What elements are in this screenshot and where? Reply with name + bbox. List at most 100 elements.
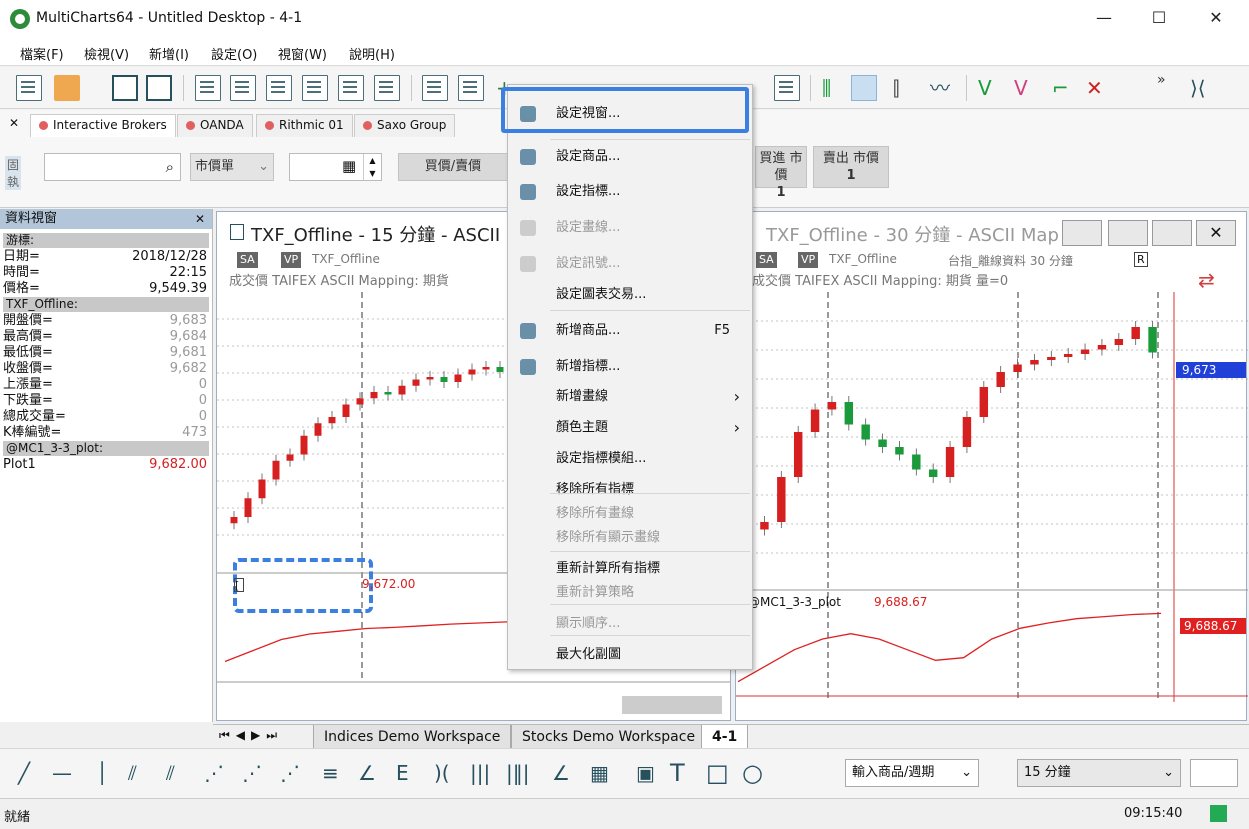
menu-format[interactable]: 設定(O) — [211, 44, 257, 63]
context-menu-item[interactable]: 重新計算所有指標 — [508, 557, 752, 581]
candlestick-icon[interactable] — [851, 75, 877, 101]
time-zones-icon[interactable]: ||| — [470, 759, 490, 787]
chevron-down-icon[interactable]: ⌄ — [961, 760, 972, 786]
grid-icon[interactable]: ▦ — [590, 759, 609, 787]
line-chart-icon[interactable]: 〰 — [930, 75, 950, 101]
buy-market-button[interactable]: 買進 市價 1 — [755, 146, 807, 200]
new-dom-icon[interactable] — [266, 75, 292, 101]
new-window-icon[interactable] — [422, 75, 448, 101]
chart2-vp-chip[interactable]: VP — [798, 252, 819, 268]
close-workspace-icon[interactable] — [146, 75, 172, 101]
trendline-icon[interactable]: ╱ — [18, 759, 30, 787]
chart2-sa-chip[interactable]: SA — [756, 252, 777, 268]
order-type-select[interactable]: 市價單 ⌄ — [190, 153, 274, 181]
menu-view[interactable]: 檢視(V) — [84, 44, 129, 63]
menu-file[interactable]: 檔案(F) — [20, 44, 64, 63]
context-menu-item[interactable]: 新增畫線 › — [508, 385, 752, 409]
sa-chip[interactable]: SA — [237, 252, 258, 268]
quantity-stepper[interactable]: ▦ ▲ ▼ — [289, 153, 382, 181]
point-figure-icon[interactable]: ✕ — [1086, 75, 1103, 101]
andrews-pitchfork-icon[interactable]: ⋰ — [204, 759, 224, 787]
save-icon[interactable] — [112, 75, 138, 101]
chart1-scrollbar[interactable] — [622, 696, 722, 714]
context-menu-item[interactable]: 移除所有指標 — [508, 478, 752, 502]
toolbar-overflow-icon[interactable]: » — [1157, 67, 1166, 93]
chart2-r-box[interactable]: R — [1134, 252, 1148, 267]
fibonacci-retracement-icon[interactable]: ≡ — [322, 759, 339, 787]
stepper-arrows-icon[interactable]: ▲ ▼ — [363, 154, 381, 180]
chart1-indicator-box[interactable]: [ — [234, 578, 244, 592]
fibonacci-arcs-icon[interactable]: )( — [434, 759, 450, 787]
tab-saxo[interactable]: Saxo Group — [354, 114, 456, 137]
rectangle-icon[interactable]: □ — [706, 759, 729, 787]
regression-channel-icon[interactable]: ∠ — [552, 759, 570, 787]
context-menu-item[interactable]: 設定指標... — [508, 180, 752, 204]
interval-select[interactable]: 15 分鐘 ⌄ — [1017, 759, 1181, 787]
chart-window-2[interactable]: TXF_Offline - 30 分鐘 - ASCII Map ✕ SA VP … — [735, 211, 1248, 721]
tab-interactive-brokers[interactable]: Interactive Brokers — [30, 114, 176, 137]
new-scanner-icon[interactable] — [230, 75, 256, 101]
speed-lines-icon[interactable]: ⋰ — [280, 759, 300, 787]
fibonacci-fan-icon[interactable]: ∠ — [358, 759, 376, 787]
chart2-canvas[interactable] — [736, 292, 1248, 702]
context-menu-item[interactable]: 最大化副圖 — [508, 643, 752, 667]
sell-market-button[interactable]: 賣出 市價 1 — [813, 146, 889, 188]
collapse-icon[interactable]: ⟩⟨ — [1190, 75, 1206, 101]
open-folder-icon[interactable] — [54, 75, 80, 101]
context-menu-item[interactable]: 新增商品... F5 — [508, 319, 752, 343]
minimize-button[interactable]: — — [1081, 0, 1127, 36]
new-report-icon[interactable] — [374, 75, 400, 101]
new-workspace-icon[interactable] — [16, 75, 42, 101]
context-menu-item[interactable]: 設定圖表交易... — [508, 283, 752, 307]
new-chart-icon[interactable] — [195, 75, 221, 101]
channel-icon[interactable]: ⫽ — [128, 759, 137, 787]
horizontal-line-icon[interactable]: — — [52, 759, 72, 787]
fibonacci-extension-icon[interactable]: Ε — [396, 759, 409, 787]
gann-fan-icon[interactable]: ⋰ — [242, 759, 262, 787]
chart2-minimize-button[interactable] — [1108, 220, 1148, 246]
context-menu-item[interactable]: 設定指標模組... — [508, 447, 752, 471]
vertical-line-icon[interactable]: │ — [96, 759, 108, 787]
symbol-input[interactable]: ⌕ — [44, 153, 181, 181]
tab-rithmic[interactable]: Rithmic 01 — [256, 114, 353, 137]
new-portfolio-icon[interactable] — [338, 75, 364, 101]
vp-chip[interactable]: VP — [281, 252, 302, 268]
menu-window[interactable]: 視窗(W) — [278, 44, 327, 63]
price-calculator-icon[interactable]: ▣ — [636, 759, 655, 787]
menu-help[interactable]: 說明(H) — [349, 44, 395, 63]
buy-sell-button[interactable]: 買價/賣價 — [398, 153, 508, 181]
calculator-icon[interactable]: ▦ — [342, 157, 356, 175]
bar-chart-icon[interactable]: ⫼ — [822, 75, 831, 101]
symbol-interval-input[interactable]: 輸入商品/週期 ⌄ — [845, 759, 979, 787]
maximize-button[interactable]: ☐ — [1136, 0, 1182, 36]
context-menu-item[interactable]: 顏色主題 › — [508, 416, 752, 440]
context-menu-item[interactable]: 新增指標... — [508, 355, 752, 379]
tab-4-1[interactable]: 4-1 — [701, 725, 749, 749]
parallel-lines-icon[interactable]: ⫽ — [166, 759, 175, 787]
tab-indices-demo[interactable]: Indices Demo Workspace — [313, 725, 512, 749]
text-tool-icon[interactable]: T — [670, 759, 685, 787]
ellipse-icon[interactable]: ○ — [742, 759, 763, 787]
kagi-icon[interactable]: V — [1014, 75, 1028, 101]
tab-nav-arrows-icon[interactable]: ⏮◀▶⏭ — [219, 728, 283, 743]
tab-stocks-demo[interactable]: Stocks Demo Workspace — [511, 725, 707, 749]
powerlanguage-editor-icon[interactable] — [458, 75, 484, 101]
format-window-icon[interactable] — [774, 75, 800, 101]
cycle-lines-icon[interactable]: |‖| — [506, 759, 529, 787]
chart-trading-icon[interactable]: ⇄ — [1198, 268, 1215, 292]
orderbar-close-icon[interactable]: ✕ — [9, 116, 19, 130]
chevron-down-icon[interactable]: ⌄ — [1163, 760, 1174, 786]
context-menu-item[interactable]: 設定商品... — [508, 145, 752, 169]
data-window-close-icon[interactable]: ✕ — [195, 212, 205, 226]
search-icon[interactable]: ⌕ — [166, 158, 174, 176]
pnf-icon[interactable]: V — [978, 75, 992, 101]
tab-oanda[interactable]: OANDA — [177, 114, 253, 137]
chart2-close-button[interactable]: ✕ — [1196, 220, 1236, 246]
menu-insert[interactable]: 新增(I) — [149, 44, 189, 63]
renko-icon[interactable]: ⌐ — [1052, 75, 1069, 101]
hollow-candle-icon[interactable]: ⫿ — [893, 75, 899, 101]
chart2-restore-button[interactable] — [1062, 220, 1102, 246]
extra-input[interactable] — [1190, 759, 1238, 787]
close-button[interactable]: ✕ — [1193, 0, 1239, 36]
new-time-sales-icon[interactable] — [302, 75, 328, 101]
